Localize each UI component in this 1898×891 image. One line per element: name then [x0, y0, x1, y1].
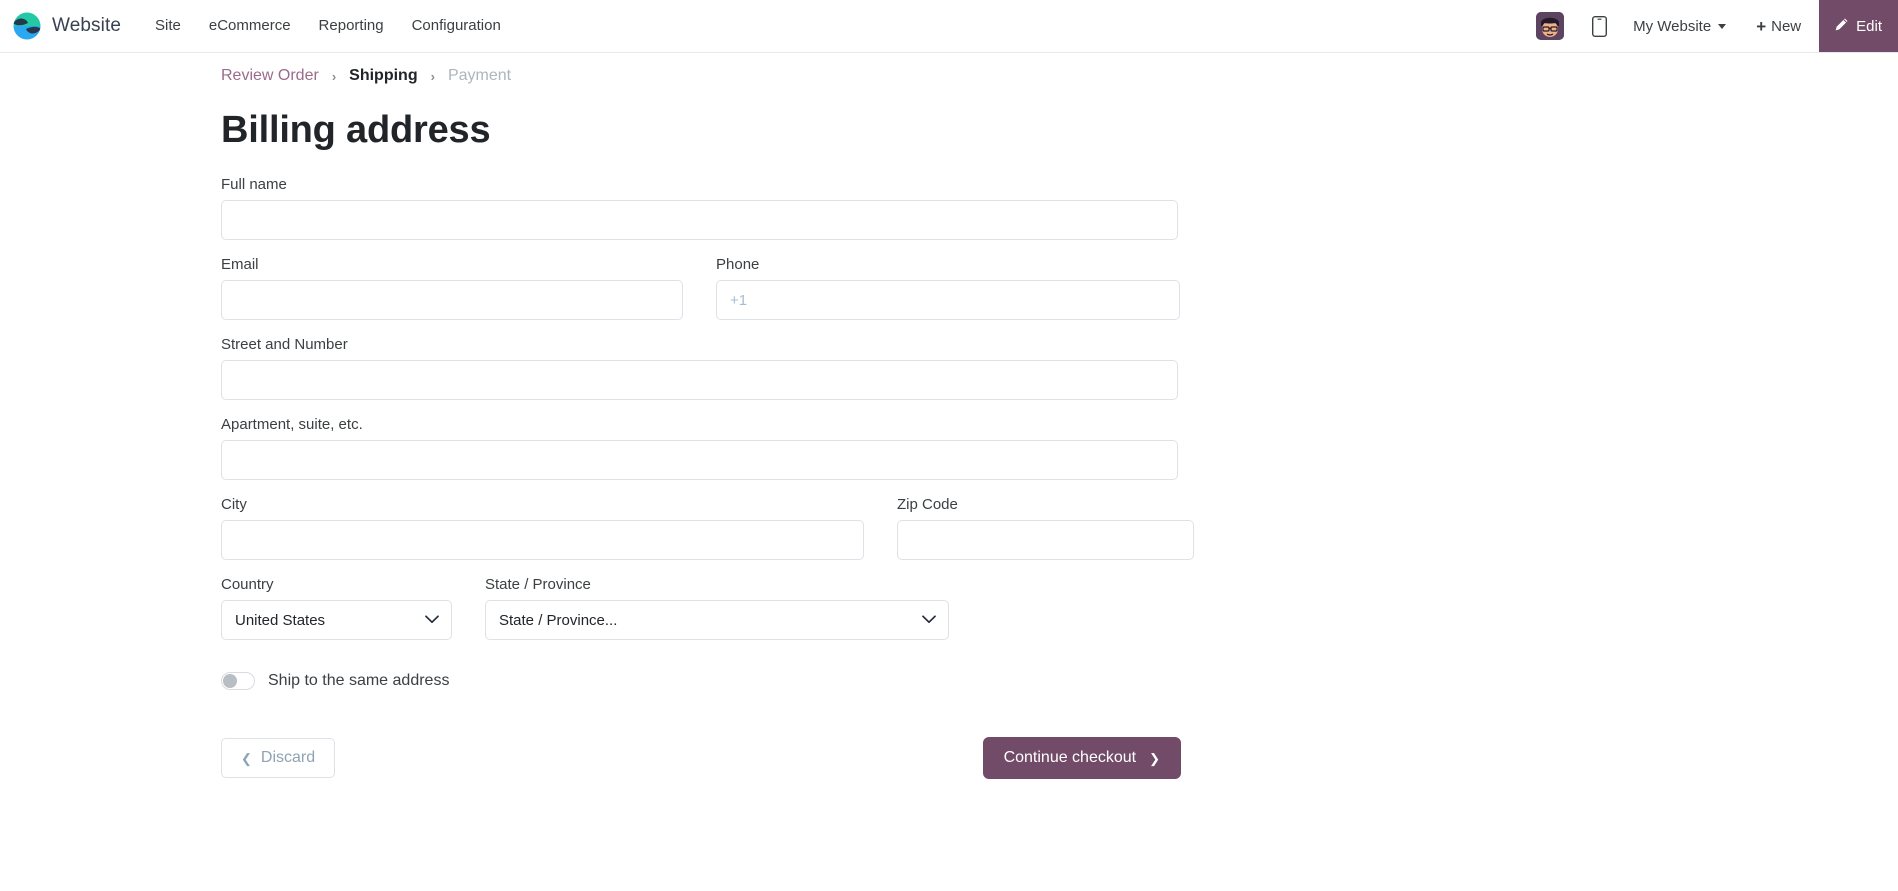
country-select[interactable]: United States: [221, 600, 452, 640]
plus-icon: +: [1756, 16, 1767, 36]
billing-address-form: Full name Email Phone Street and Number …: [221, 152, 1194, 779]
brand-name[interactable]: Website: [52, 15, 121, 37]
pencil-icon: [1834, 17, 1849, 36]
toggle-knob: [223, 674, 237, 688]
state-label: State / Province: [485, 576, 591, 593]
field-city: City: [221, 496, 864, 560]
website-selector-label: My Website: [1633, 17, 1712, 35]
full-name-label: Full name: [221, 176, 287, 193]
field-full-name: Full name: [221, 176, 1181, 240]
row-city-zip: City Zip Code: [221, 496, 1194, 576]
odoo-logo-icon[interactable]: [12, 11, 42, 41]
ship-same-address-label: Ship to the same address: [268, 672, 450, 689]
email-label: Email: [221, 256, 259, 273]
field-state: State / Province State / Province...: [485, 576, 949, 640]
nav-item-site[interactable]: Site: [141, 0, 195, 52]
new-button[interactable]: + New: [1742, 18, 1815, 35]
breadcrumb-step-shipping: Shipping: [349, 67, 418, 84]
zip-input[interactable]: [897, 520, 1194, 560]
new-button-label: New: [1771, 17, 1802, 35]
state-select-wrap: State / Province...: [485, 600, 949, 640]
form-actions: ❮ Discard Continue checkout ❯: [221, 737, 1181, 779]
row-email-phone: Email Phone: [221, 256, 1181, 336]
chevron-left-icon: ❮: [241, 750, 252, 766]
ship-same-address-row: Ship to the same address: [221, 672, 1181, 690]
breadcrumb-step-payment: Payment: [447, 67, 512, 84]
street-input[interactable]: [221, 360, 1178, 400]
row-country-state: Country United States State / Province S…: [221, 576, 1181, 656]
field-phone: Phone: [716, 256, 1180, 320]
continue-checkout-label: Continue checkout: [1003, 749, 1137, 766]
chevron-right-icon: ❯: [1149, 750, 1160, 766]
edit-button-label: Edit: [1856, 17, 1882, 35]
field-zip: Zip Code: [897, 496, 1194, 560]
top-navbar: Website Site eCommerce Reporting Configu…: [0, 0, 1898, 53]
breadcrumb-separator-icon: ›: [430, 68, 435, 84]
city-input[interactable]: [221, 520, 864, 560]
nav-item-configuration[interactable]: Configuration: [398, 0, 515, 52]
ship-same-address-toggle[interactable]: [221, 672, 255, 690]
breadcrumb-step-review-order[interactable]: Review Order: [221, 67, 319, 85]
field-apartment: Apartment, suite, etc.: [221, 416, 1181, 480]
state-select[interactable]: State / Province...: [485, 600, 949, 640]
email-input[interactable]: [221, 280, 683, 320]
field-street: Street and Number: [221, 336, 1181, 400]
breadcrumb-separator-icon: ›: [331, 68, 337, 84]
mobile-preview-icon[interactable]: [1592, 15, 1608, 37]
field-country: Country United States: [221, 576, 452, 640]
phone-label: Phone: [716, 256, 760, 273]
website-selector[interactable]: My Website: [1621, 18, 1738, 35]
full-name-input[interactable]: [221, 200, 1178, 240]
navbar-left-group: Website Site eCommerce Reporting Configu…: [0, 0, 515, 52]
edit-button[interactable]: Edit: [1819, 0, 1898, 52]
street-label: Street and Number: [221, 336, 348, 353]
city-label: City: [221, 496, 247, 513]
country-select-wrap: United States: [221, 600, 452, 640]
page-title: Billing address: [221, 109, 491, 151]
field-email: Email: [221, 256, 683, 320]
breadcrumb: Review Order › Shipping › Payment: [0, 53, 1898, 85]
zip-label: Zip Code: [897, 496, 958, 513]
apartment-label: Apartment, suite, etc.: [221, 416, 363, 433]
discard-button[interactable]: ❮ Discard: [221, 738, 336, 778]
user-avatar[interactable]: [1536, 12, 1565, 40]
phone-input[interactable]: [716, 280, 1180, 320]
navbar-right-group: My Website + New Edit: [1522, 0, 1898, 52]
discard-button-label: Discard: [260, 749, 316, 766]
checkout-page: Review Order › Shipping › Payment Billin…: [0, 53, 1898, 779]
chevron-down-icon: [1718, 23, 1727, 29]
nav-item-ecommerce[interactable]: eCommerce: [195, 0, 305, 52]
country-label: Country: [221, 576, 274, 593]
continue-checkout-button[interactable]: Continue checkout ❯: [982, 737, 1181, 779]
nav-item-reporting[interactable]: Reporting: [305, 0, 398, 52]
apartment-input[interactable]: [221, 440, 1178, 480]
